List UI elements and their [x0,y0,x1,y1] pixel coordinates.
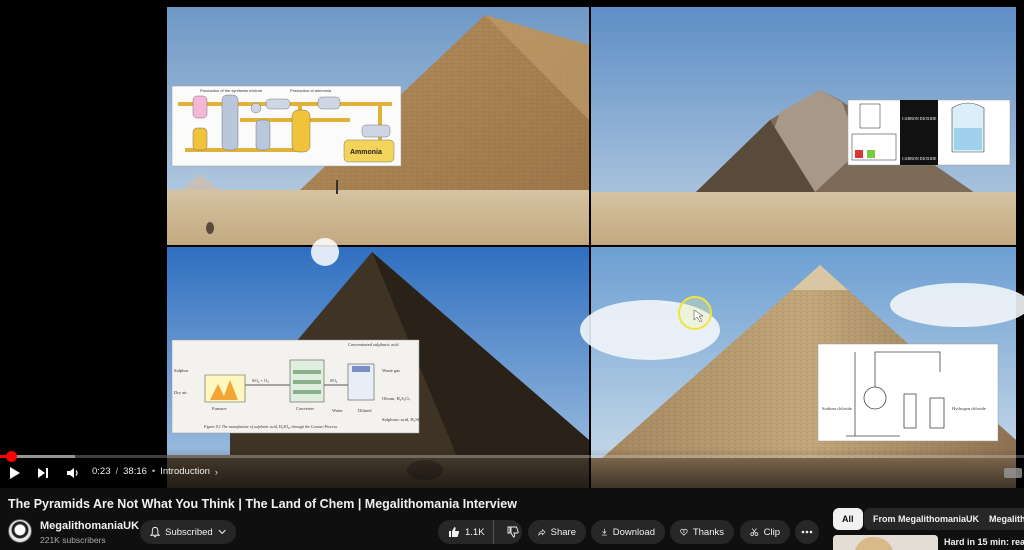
hydrogen-chloride-diagram: Sodium chloride Hydrogen chloride [817,343,999,442]
more-actions-button[interactable] [795,520,819,544]
download-icon [601,528,607,536]
chevron-right-icon: › [214,466,218,477]
svg-text:Waste gas: Waste gas [382,368,400,373]
download-label: Download [612,526,655,538]
svg-text:Water: Water [332,408,343,413]
clip-button[interactable]: Clip [740,520,790,544]
volume-icon [66,468,78,478]
duration: 38:16 [123,466,147,477]
svg-text:Sodium chloride: Sodium chloride [822,406,852,411]
dislike-button[interactable] [499,520,527,544]
next-icon [38,468,48,478]
share-icon [538,528,546,536]
video-title: The Pyramids Are Not What You Think | Th… [8,497,517,511]
svg-text:CARBON DIOXIDE: CARBON DIOXIDE [902,156,937,161]
svg-text:Production of the synthesis mi: Production of the synthesis mixture [200,88,263,93]
subscriber-count: 221K subscribers [40,535,106,545]
next-button[interactable] [34,463,52,483]
thumbs-down-icon [507,526,519,538]
svg-text:Furnace: Furnace [212,406,227,411]
svg-text:SO₃: SO₃ [330,378,338,383]
svg-text:Diluted: Diluted [358,408,372,413]
svg-text:Ammonia: Ammonia [350,149,382,156]
carbon-dioxide-diagram: CARBON DIOXIDE CARBON DIOXIDE [847,99,1011,166]
svg-text:Concentrated sulphuric acid: Concentrated sulphuric acid [348,342,399,347]
thumbs-up-icon [449,527,460,537]
chapter-bullet: • [151,466,156,477]
bell-icon [150,526,161,538]
svg-text:Sulphur: Sulphur [174,368,189,373]
captions-icon[interactable] [1004,468,1022,478]
svg-text:SO₂ + O₂: SO₂ + O₂ [252,378,269,383]
cursor-highlight-icon [678,296,712,330]
chevron-down-icon [218,529,226,535]
volume-button[interactable] [63,463,81,483]
progress-bar[interactable] [0,451,1024,462]
svg-text:Converter: Converter [296,406,314,411]
svg-text:CARBON DIOXIDE: CARBON DIOXIDE [902,116,937,121]
svg-text:Dry air: Dry air [174,390,187,395]
recommendation-title[interactable]: Hard in 15 min: read [944,537,1024,547]
current-time: 0:23 [92,466,111,477]
thanks-label: Thanks [692,526,724,538]
download-button[interactable]: Download [591,520,665,544]
like-count: 1.1K [465,526,485,538]
chapter-label[interactable]: Introduction [160,466,210,477]
subscribed-label: Subscribed [165,526,213,538]
time-readout: 0:23 / 38:16 • Introduction › [92,466,218,477]
chip-all[interactable]: All [833,508,863,530]
recommendation-thumbnail[interactable] [833,535,938,550]
sulphuric-acid-diagram: Sulphur Dry air Furnace SO₂ + O₂ Convert… [171,339,423,434]
more-horizontal-icon [801,530,813,534]
like-dislike-group: 1.1K [438,520,522,544]
thanks-icon: $ [680,528,688,536]
chip-from-channel[interactable]: From MegalithomaniaUK [864,508,989,530]
chip-megalith[interactable]: Megalith [980,508,1024,530]
svg-text:$: $ [683,530,685,534]
ammonia-process-diagram: Production of the synthesis mixture Prod… [171,85,402,167]
channel-name[interactable]: MegalithomaniaUK [40,520,139,532]
video-player[interactable]: Production of the synthesis mixture Prod… [0,0,1024,488]
svg-text:Production of ammonia: Production of ammonia [290,88,332,93]
share-label: Share [550,526,576,538]
subscribed-button[interactable]: Subscribed [140,520,236,544]
channel-avatar[interactable] [8,519,32,543]
video-frame: Production of the synthesis mixture Prod… [167,7,1024,488]
share-button[interactable]: Share [528,520,586,544]
play-button[interactable] [6,463,24,483]
time-separator: / [115,466,119,477]
like-button[interactable]: 1.1K [438,520,494,544]
svg-text:Hydrogen chloride: Hydrogen chloride [952,406,986,411]
clip-label: Clip [763,526,780,538]
play-icon [10,467,20,479]
thanks-button[interactable]: $ Thanks [670,520,734,544]
scissors-icon [750,528,759,536]
